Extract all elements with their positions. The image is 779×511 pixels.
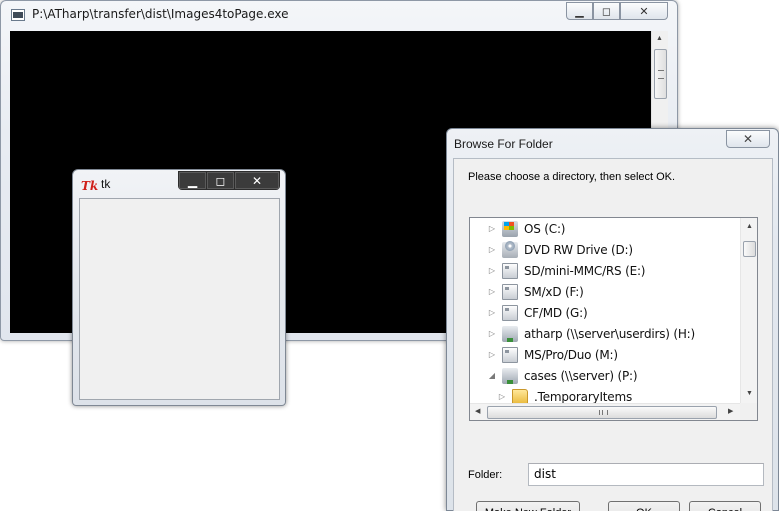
- tk-caption-buttons: ▁ ◻ ✕: [178, 171, 280, 190]
- tk-window-title: tk: [101, 177, 111, 191]
- dvd-drive-icon: [502, 240, 518, 258]
- tree-item-label: .TemporaryItems: [534, 389, 633, 404]
- tree-item-label: cases (\\server) (P:): [524, 368, 638, 383]
- dialog-close-button[interactable]: ✕: [726, 130, 770, 148]
- scrollbar-corner: [740, 403, 757, 420]
- scrollbar-thumb[interactable]: [487, 406, 717, 419]
- maximize-button[interactable]: ◻: [593, 2, 620, 20]
- expand-arrow-icon[interactable]: ▷: [488, 350, 496, 359]
- expand-arrow-icon[interactable]: ▷: [488, 329, 496, 338]
- close-button[interactable]: ✕: [620, 2, 668, 20]
- removable-drive-icon: [502, 346, 518, 363]
- tree-item-sd-e[interactable]: ▷ SD/mini-MMC/RS (E:): [470, 260, 740, 281]
- removable-drive-icon: [502, 283, 518, 300]
- folder-name-field[interactable]: dist: [528, 463, 764, 486]
- expand-arrow-icon[interactable]: ▷: [498, 392, 506, 401]
- dialog-client-area: Please choose a directory, then select O…: [453, 158, 773, 511]
- tree-item-os-c[interactable]: ▷ OS (C:): [470, 218, 740, 239]
- console-caption-buttons: ▁ ◻ ✕: [566, 2, 668, 20]
- expand-arrow-icon[interactable]: ▷: [488, 308, 496, 317]
- console-app-icon: [11, 9, 25, 21]
- tree-vertical-scrollbar[interactable]: ▲ ▼: [740, 218, 757, 403]
- expand-arrow-icon[interactable]: ▷: [488, 287, 496, 296]
- scroll-up-arrow-icon[interactable]: ▲: [656, 35, 663, 42]
- tree-item-label: MS/Pro/Duo (M:): [524, 347, 618, 362]
- tree-item-label: SM/xD (F:): [524, 284, 584, 299]
- tk-logo-icon: Tk: [81, 179, 99, 193]
- tree-item-atharp-h[interactable]: ▷ atharp (\\server\userdirs) (H:): [470, 323, 740, 344]
- tree-item-smxd-f[interactable]: ▷ SM/xD (F:): [470, 281, 740, 302]
- tree-item-temporaryitems[interactable]: ▷ .TemporaryItems: [470, 386, 740, 403]
- tk-client-area: [79, 198, 280, 400]
- scroll-up-arrow-icon[interactable]: ▲: [746, 223, 753, 230]
- network-drive-icon: [502, 325, 518, 342]
- tree-item-label: CF/MD (G:): [524, 305, 588, 320]
- browse-for-folder-dialog: Browse For Folder ✕ Please choose a dire…: [446, 128, 779, 511]
- tree-item-mspro-m[interactable]: ▷ MS/Pro/Duo (M:): [470, 344, 740, 365]
- tree-item-label: OS (C:): [524, 221, 566, 236]
- minimize-button[interactable]: ▁: [179, 172, 206, 189]
- cancel-button[interactable]: Cancel: [689, 501, 761, 511]
- removable-drive-icon: [502, 262, 518, 279]
- dialog-title: Browse For Folder: [454, 137, 553, 151]
- close-button[interactable]: ✕: [235, 172, 279, 189]
- tk-window: Tk tk ▁ ◻ ✕: [72, 169, 286, 406]
- folder-label: Folder:: [468, 469, 503, 481]
- tree-horizontal-scrollbar[interactable]: ◀ ▶: [470, 403, 740, 420]
- scrollbar-thumb[interactable]: [654, 49, 667, 99]
- ok-button[interactable]: OK: [608, 501, 680, 511]
- make-new-folder-button[interactable]: Make New Folder: [476, 501, 580, 511]
- folder-tree[interactable]: ▷ OS (C:) ▷ DVD RW Drive (D:) ▷ SD/mini-…: [469, 217, 758, 421]
- maximize-button[interactable]: ◻: [207, 172, 234, 189]
- tree-item-label: atharp (\\server\userdirs) (H:): [524, 326, 696, 341]
- console-vertical-scrollbar[interactable]: ▲: [651, 31, 668, 131]
- scroll-left-arrow-icon[interactable]: ◀: [475, 407, 480, 415]
- tree-item-label: SD/mini-MMC/RS (E:): [524, 263, 646, 278]
- tree-item-cfmd-g[interactable]: ▷ CF/MD (G:): [470, 302, 740, 323]
- scroll-down-arrow-icon[interactable]: ▼: [746, 390, 753, 397]
- expand-arrow-icon[interactable]: ▷: [488, 224, 496, 233]
- expand-arrow-icon[interactable]: ▷: [488, 245, 496, 254]
- scrollbar-thumb[interactable]: [743, 241, 756, 257]
- console-window-title: P:\ATharp\transfer\dist\Images4toPage.ex…: [32, 7, 289, 21]
- folder-icon: [512, 388, 528, 403]
- tree-item-cases-p[interactable]: ◢ cases (\\server) (P:): [470, 365, 740, 386]
- scroll-right-arrow-icon[interactable]: ▶: [728, 407, 733, 415]
- expand-arrow-icon[interactable]: ▷: [488, 266, 496, 275]
- minimize-button[interactable]: ▁: [566, 2, 593, 20]
- folder-tree-rows: ▷ OS (C:) ▷ DVD RW Drive (D:) ▷ SD/mini-…: [470, 218, 740, 403]
- removable-drive-icon: [502, 304, 518, 321]
- network-drive-icon: [502, 367, 518, 384]
- tree-item-label: DVD RW Drive (D:): [524, 242, 633, 257]
- dialog-instructions: Please choose a directory, then select O…: [468, 171, 676, 183]
- tree-item-dvd-d[interactable]: ▷ DVD RW Drive (D:): [470, 239, 740, 260]
- windows-drive-icon: [502, 220, 518, 237]
- collapse-arrow-icon[interactable]: ◢: [488, 371, 496, 380]
